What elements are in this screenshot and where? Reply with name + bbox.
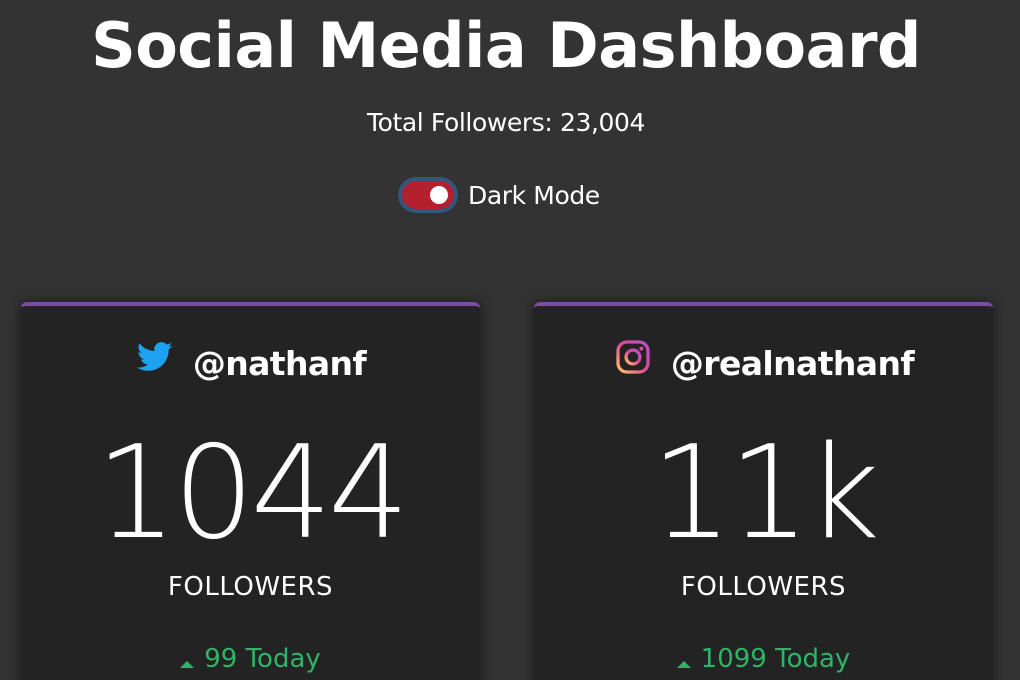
dark-mode-toggle-row: Dark Mode (398, 177, 600, 213)
instagram-follower-count: 11k (651, 419, 880, 568)
total-followers: Total Followers: 23,004 (366, 108, 646, 137)
toggle-knob (430, 186, 448, 204)
dark-mode-toggle[interactable] (402, 181, 454, 209)
up-arrow-icon (676, 660, 691, 668)
instagram-handle-row: @realnathanf (534, 339, 993, 383)
instagram-icon (613, 337, 653, 377)
dashboard-page: Social Media Dashboard Total Followers: … (0, 0, 1020, 680)
instagram-handle[interactable]: @realnathanf (671, 344, 915, 383)
twitter-card: @nathanf 1044 FOLLOWERS 99 Today (21, 302, 480, 680)
page-title: Social Media Dashboard (91, 9, 921, 82)
instagram-card: @realnathanf 11k FOLLOWERS 1099 Today (534, 302, 993, 680)
instagram-today-change: 1099 Today (534, 644, 993, 674)
twitter-handle[interactable]: @nathanf (193, 344, 367, 383)
twitter-handle-row: @nathanf (21, 341, 480, 383)
twitter-bird-icon (135, 337, 175, 377)
twitter-today-text: 99 Today (204, 644, 321, 674)
dark-mode-label: Dark Mode (468, 180, 600, 210)
twitter-follower-count: 1044 (95, 419, 410, 568)
twitter-today-change: 99 Today (21, 644, 480, 674)
up-arrow-icon (180, 660, 195, 668)
twitter-followers-label: FOLLOWERS (167, 572, 334, 602)
instagram-followers-label: FOLLOWERS (680, 572, 847, 602)
instagram-today-text: 1099 Today (700, 644, 851, 674)
